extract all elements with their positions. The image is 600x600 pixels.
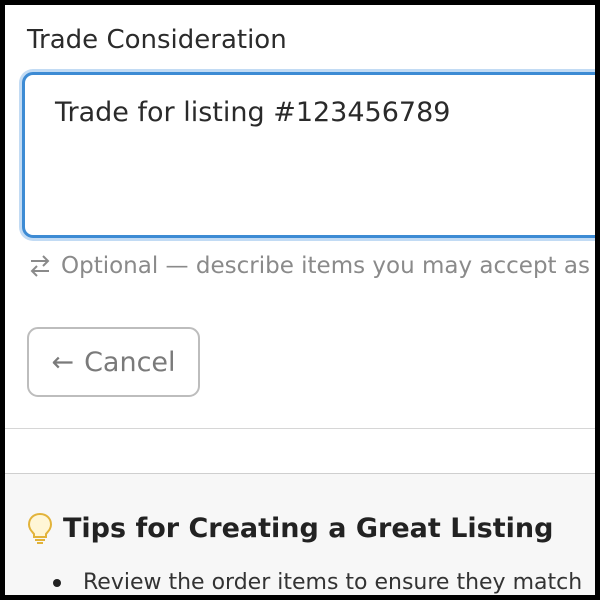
helper-text-content: Optional — describe items you may accept… bbox=[61, 253, 595, 279]
lightbulb-icon bbox=[27, 512, 53, 544]
tips-panel: Tips for Creating a Great Listing Review… bbox=[5, 473, 595, 595]
bullet-icon bbox=[53, 578, 61, 587]
tip-text: Review the order items to ensure they ma… bbox=[83, 570, 583, 595]
swap-arrows-icon bbox=[30, 255, 50, 277]
cancel-button-label: Cancel bbox=[84, 346, 176, 378]
section-divider bbox=[5, 428, 595, 429]
trade-consideration-textarea[interactable]: Trade for listing #123456789 bbox=[22, 72, 595, 238]
tips-title: Tips for Creating a Great Listing bbox=[63, 512, 554, 544]
screen-frame: Trade Consideration Trade for listing #1… bbox=[5, 5, 595, 595]
tip-list-item: Review the order items to ensure they ma… bbox=[53, 570, 582, 595]
trade-helper-text: Optional — describe items you may accept… bbox=[27, 253, 595, 279]
tips-header: Tips for Creating a Great Listing bbox=[27, 512, 553, 544]
arrow-left-icon: ← bbox=[51, 346, 75, 378]
trade-consideration-value[interactable]: Trade for listing #123456789 bbox=[55, 97, 450, 128]
cancel-button[interactable]: ← Cancel bbox=[27, 327, 200, 397]
trade-consideration-label: Trade Consideration bbox=[27, 25, 287, 55]
